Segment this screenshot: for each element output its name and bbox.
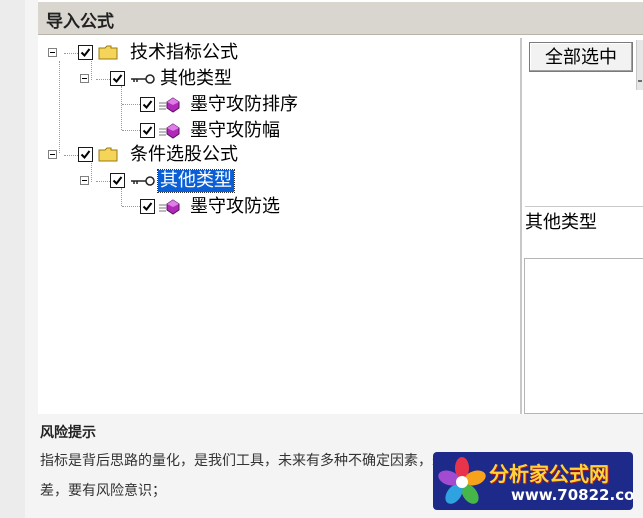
formula-gem-icon bbox=[159, 97, 180, 113]
checkbox[interactable] bbox=[140, 97, 155, 112]
tree-line bbox=[59, 61, 60, 153]
collapse-toggle[interactable] bbox=[48, 48, 57, 57]
risk-title: 风险提示 bbox=[40, 425, 96, 441]
check-icon bbox=[142, 100, 153, 110]
tree-line bbox=[122, 130, 142, 131]
select-all-button[interactable]: 全部选中 bbox=[529, 42, 633, 72]
site-watermark: 分析家公式网 www.70822.com bbox=[433, 452, 633, 510]
import-formula-dialog: 导入公式 技术指标公式 其他类型 墨守攻防排序 墨守攻防幅 条件选股公式 其他类… bbox=[38, 0, 643, 414]
key-icon bbox=[131, 74, 155, 84]
tree-line bbox=[91, 163, 92, 182]
tree-node-label: 技术指标公式 bbox=[130, 42, 238, 63]
tree-line bbox=[121, 86, 122, 130]
type-list-box[interactable] bbox=[524, 258, 643, 414]
check-icon bbox=[142, 126, 153, 136]
tree-line bbox=[122, 104, 142, 105]
check-icon bbox=[112, 176, 123, 186]
check-icon bbox=[112, 74, 123, 84]
key-icon bbox=[131, 176, 155, 186]
tree-line bbox=[64, 155, 78, 156]
checkbox[interactable] bbox=[78, 147, 93, 162]
watermark-site-name: 分析家公式网 bbox=[489, 462, 609, 486]
collapse-toggle[interactable] bbox=[80, 176, 89, 185]
collapse-toggle[interactable] bbox=[80, 74, 89, 83]
tree-node-label: 条件选股公式 bbox=[130, 144, 238, 165]
panel-divider bbox=[520, 38, 522, 414]
tree-line bbox=[96, 79, 110, 80]
scrollbar-tick bbox=[638, 80, 642, 82]
tree-node-label-selected: 其他类型 bbox=[157, 169, 235, 193]
risk-text-line-2: 差，要有风险意识； bbox=[40, 483, 166, 499]
scrollbar[interactable] bbox=[636, 40, 643, 90]
flower-logo-icon bbox=[438, 457, 486, 504]
checkbox[interactable] bbox=[140, 199, 155, 214]
checkbox[interactable] bbox=[110, 71, 125, 86]
tree-line bbox=[91, 61, 92, 80]
check-icon bbox=[142, 202, 153, 212]
formula-gem-icon bbox=[159, 123, 180, 139]
dialog-title: 导入公式 bbox=[46, 12, 114, 32]
tree-line bbox=[122, 206, 142, 207]
tree-node-label: 墨守攻防幅 bbox=[190, 120, 280, 141]
tree-line bbox=[96, 181, 110, 182]
tree-line bbox=[64, 53, 78, 54]
tree-node-label: 其他类型 bbox=[160, 68, 232, 89]
collapse-toggle[interactable] bbox=[48, 150, 57, 159]
check-icon bbox=[80, 150, 91, 160]
type-label: 其他类型 bbox=[525, 212, 597, 233]
watermark-url: www.70822.com bbox=[511, 486, 633, 504]
checkbox[interactable] bbox=[78, 45, 93, 60]
check-icon bbox=[80, 48, 91, 58]
formula-tree[interactable]: 技术指标公式 其他类型 墨守攻防排序 墨守攻防幅 条件选股公式 其他类型 墨守攻… bbox=[40, 38, 520, 414]
tree-node-label: 墨守攻防选 bbox=[190, 196, 280, 217]
checkbox[interactable] bbox=[110, 173, 125, 188]
type-box-border bbox=[525, 206, 643, 207]
tree-node-label: 墨守攻防排序 bbox=[190, 94, 298, 115]
folder-icon bbox=[98, 147, 118, 162]
folder-icon bbox=[98, 45, 118, 60]
left-gutter bbox=[0, 0, 25, 518]
formula-gem-icon bbox=[159, 199, 180, 215]
checkbox[interactable] bbox=[140, 123, 155, 138]
tree-line bbox=[121, 188, 122, 206]
dialog-title-bar: 导入公式 bbox=[38, 2, 643, 35]
